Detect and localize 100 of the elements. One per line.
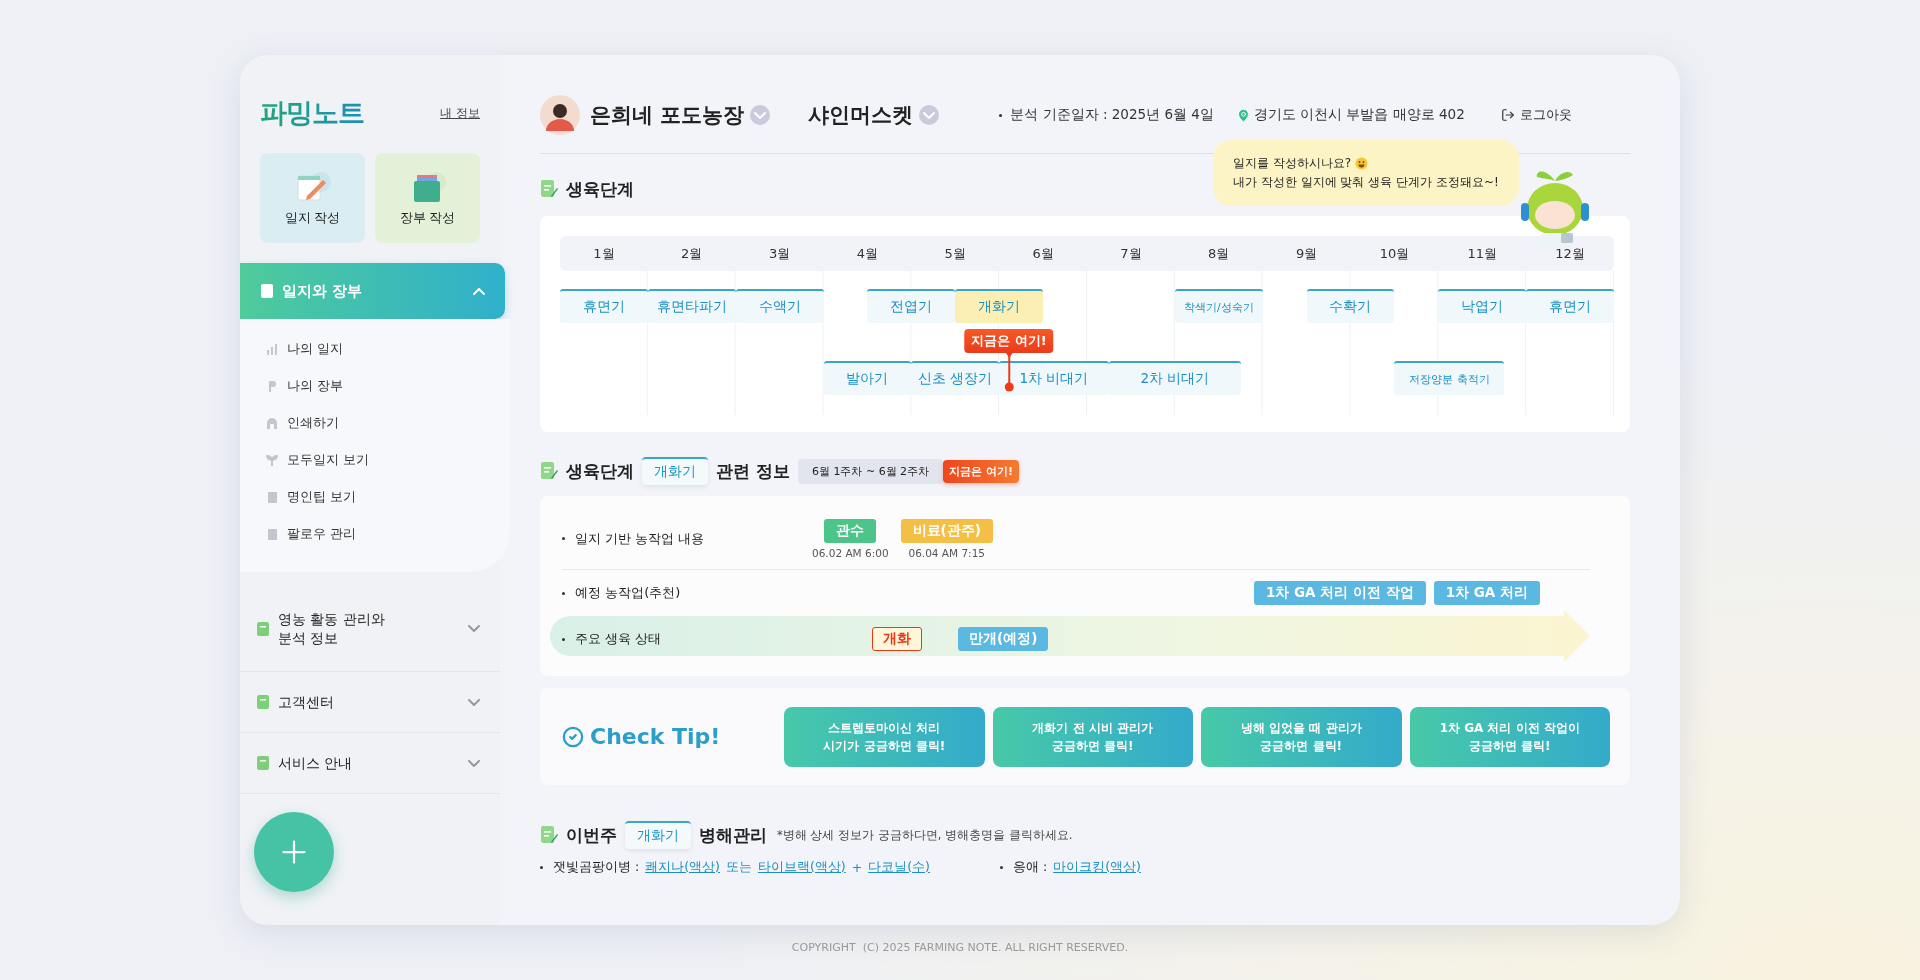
tip-button[interactable]: 1차 GA 처리 이전 작업이 궁금하면 클릭!	[1409, 706, 1610, 767]
farm-name: 은희네 포도농장	[590, 102, 745, 129]
status-tag: 개화	[872, 627, 922, 651]
tip-button[interactable]: 냉해 입었을 때 관리가 궁금하면 클릭!	[1201, 706, 1402, 767]
section-title: 생육단계	[566, 177, 634, 201]
note-text: *병해 상세 정보가 궁금하다면, 병해충명을 클릭하세요.	[777, 827, 1073, 843]
month-label: 7월	[1119, 244, 1143, 263]
tip-button[interactable]: 스트렙토마이신 처리 시기가 궁금하면 클릭!	[784, 706, 985, 767]
document-icon	[256, 755, 270, 771]
connector-text: 또는	[725, 859, 752, 876]
arch-icon	[266, 417, 278, 429]
document-icon	[540, 461, 558, 481]
stage-bar[interactable]: 발아기	[823, 361, 912, 395]
connector-text: +	[851, 860, 863, 875]
pest-name: 잿빛곰팡이병 :	[553, 859, 640, 876]
avatar	[540, 95, 580, 135]
stage-bar[interactable]: 2차 비대기	[1108, 361, 1241, 395]
submenu-item[interactable]: 모두일지 보기	[266, 448, 510, 472]
stage-bar[interactable]: 휴면기	[560, 289, 648, 323]
stage-bar[interactable]: 휴면타파기	[647, 289, 736, 323]
smiley-icon	[1355, 157, 1369, 171]
stage-bar[interactable]: 신초 생장기	[911, 361, 1000, 395]
month-label: 8월	[1207, 244, 1231, 263]
bar-chart-icon	[266, 343, 278, 355]
task-tag: 1차 GA 처리 이전 작업	[1253, 581, 1426, 605]
tip-button[interactable]: 개화기 전 시비 관리가 궁금하면 클릭!	[992, 706, 1193, 767]
row-label: 일지 기반 농작업 내용	[575, 529, 705, 548]
stage-bar[interactable]: 저장양분 축적기	[1394, 361, 1505, 395]
write-diary-button[interactable]: 일지 작성	[260, 153, 365, 243]
document-icon	[256, 694, 270, 710]
document-icon	[266, 528, 278, 540]
submenu-item[interactable]: 나의 일지	[266, 337, 510, 361]
period-label: 6월 1주차 ~ 6월 2주차	[797, 458, 944, 484]
task-time: 06.04 AM 7:15	[908, 546, 985, 559]
menu-item[interactable]: 일지와 장부	[240, 263, 505, 319]
chevron-down-icon	[923, 111, 936, 119]
submenu-item[interactable]: 명인팁 보기	[266, 485, 510, 509]
month-label: 3월	[767, 244, 792, 263]
month-label: 1월	[592, 244, 616, 263]
stage-bar[interactable]: 개화기	[955, 289, 1044, 323]
crop-name: 샤인머스켓	[808, 102, 914, 129]
marker-pin-icon	[1004, 352, 1014, 392]
pest-name: 응애 :	[1012, 859, 1048, 876]
check-circle-icon	[562, 725, 584, 748]
logout-link[interactable]: 로그아웃	[1500, 106, 1572, 124]
chevron-down-icon	[468, 698, 480, 706]
submenu-item[interactable]: 인쇄하기	[266, 411, 510, 435]
pesticide-link[interactable]: 쾌지나(액상)	[645, 859, 720, 876]
task-tag: 1차 GA 처리	[1433, 581, 1540, 605]
task-time: 06.02 AM 6:00	[812, 546, 889, 559]
month-label: 11월	[1466, 244, 1498, 263]
write-ledger-button[interactable]: 장부 작성	[375, 153, 480, 243]
task-tag: 관수	[824, 518, 877, 543]
month-label: 10월	[1378, 244, 1411, 263]
month-label: 2월	[680, 244, 704, 263]
stage-bar[interactable]: 수액기	[735, 289, 824, 323]
month-label: 4월	[855, 244, 880, 263]
map-pin-icon	[1235, 107, 1251, 123]
chevron-down-icon	[468, 759, 480, 767]
task-tag: 비료(관주)	[900, 518, 993, 543]
month-label: 9월	[1294, 244, 1319, 263]
submenu-item[interactable]: 팔로우 관리	[266, 522, 510, 546]
stage-bar[interactable]: 착색기/성숙기	[1174, 289, 1263, 323]
pesticide-link[interactable]: 다코닐(수)	[868, 859, 930, 876]
pesticide-link[interactable]: 마이크킹(액상)	[1053, 859, 1141, 876]
stage-bar[interactable]: 낙엽기	[1438, 289, 1527, 323]
bubble-text: 내가 작성한 일지에 맞춰 생육 단계가 조정돼요~!	[1233, 174, 1499, 192]
location-text: 경기도 이천시 부발읍 매양로 402	[1253, 106, 1465, 124]
now-badge: 지금은 여기!	[943, 459, 1019, 483]
dropdown-button[interactable]	[750, 105, 771, 125]
parking-icon	[266, 380, 278, 392]
my-info-link[interactable]: 내 정보	[440, 104, 480, 122]
menu-item[interactable]: 고객센터	[240, 672, 500, 733]
bubble-text: 일지를 작성하시나요?	[1233, 155, 1352, 172]
section-title: 생육단계	[566, 459, 634, 483]
submenu-item[interactable]: 나의 장부	[266, 374, 510, 398]
stage-bar[interactable]: 1차 비대기	[999, 361, 1109, 395]
dropdown-button[interactable]	[919, 105, 940, 125]
stage-bar[interactable]: 휴면기	[1526, 289, 1614, 323]
stage-bar[interactable]: 전엽기	[867, 289, 956, 323]
chevron-up-icon	[473, 287, 485, 295]
section-title: 관련 정보	[716, 459, 790, 483]
month-label: 5월	[943, 244, 967, 263]
stage-bar[interactable]: 수확기	[1306, 289, 1395, 323]
month-label: 6월	[1031, 244, 1055, 263]
pesticide-link[interactable]: 타이브랙(액상)	[757, 859, 846, 876]
month-label: 12월	[1554, 244, 1586, 263]
tip-title: Check Tip!	[590, 724, 721, 749]
status-tag: 만개(예정)	[958, 627, 1049, 651]
notebook-icon	[260, 283, 274, 299]
menu-item[interactable]: 영농 활동 관리와 분석 정보	[240, 586, 500, 672]
document-icon	[540, 825, 558, 845]
row-label: 주요 생육 상태	[575, 630, 662, 648]
now-marker: 지금은 여기!	[964, 329, 1054, 353]
add-button[interactable]	[254, 812, 334, 892]
menu-item[interactable]: 서비스 안내	[240, 733, 500, 794]
row-label: 예정 농작업(추천)	[575, 584, 681, 602]
stage-tag: 개화기	[642, 457, 708, 485]
sprout-icon	[266, 454, 278, 466]
chevron-down-icon	[468, 625, 480, 632]
